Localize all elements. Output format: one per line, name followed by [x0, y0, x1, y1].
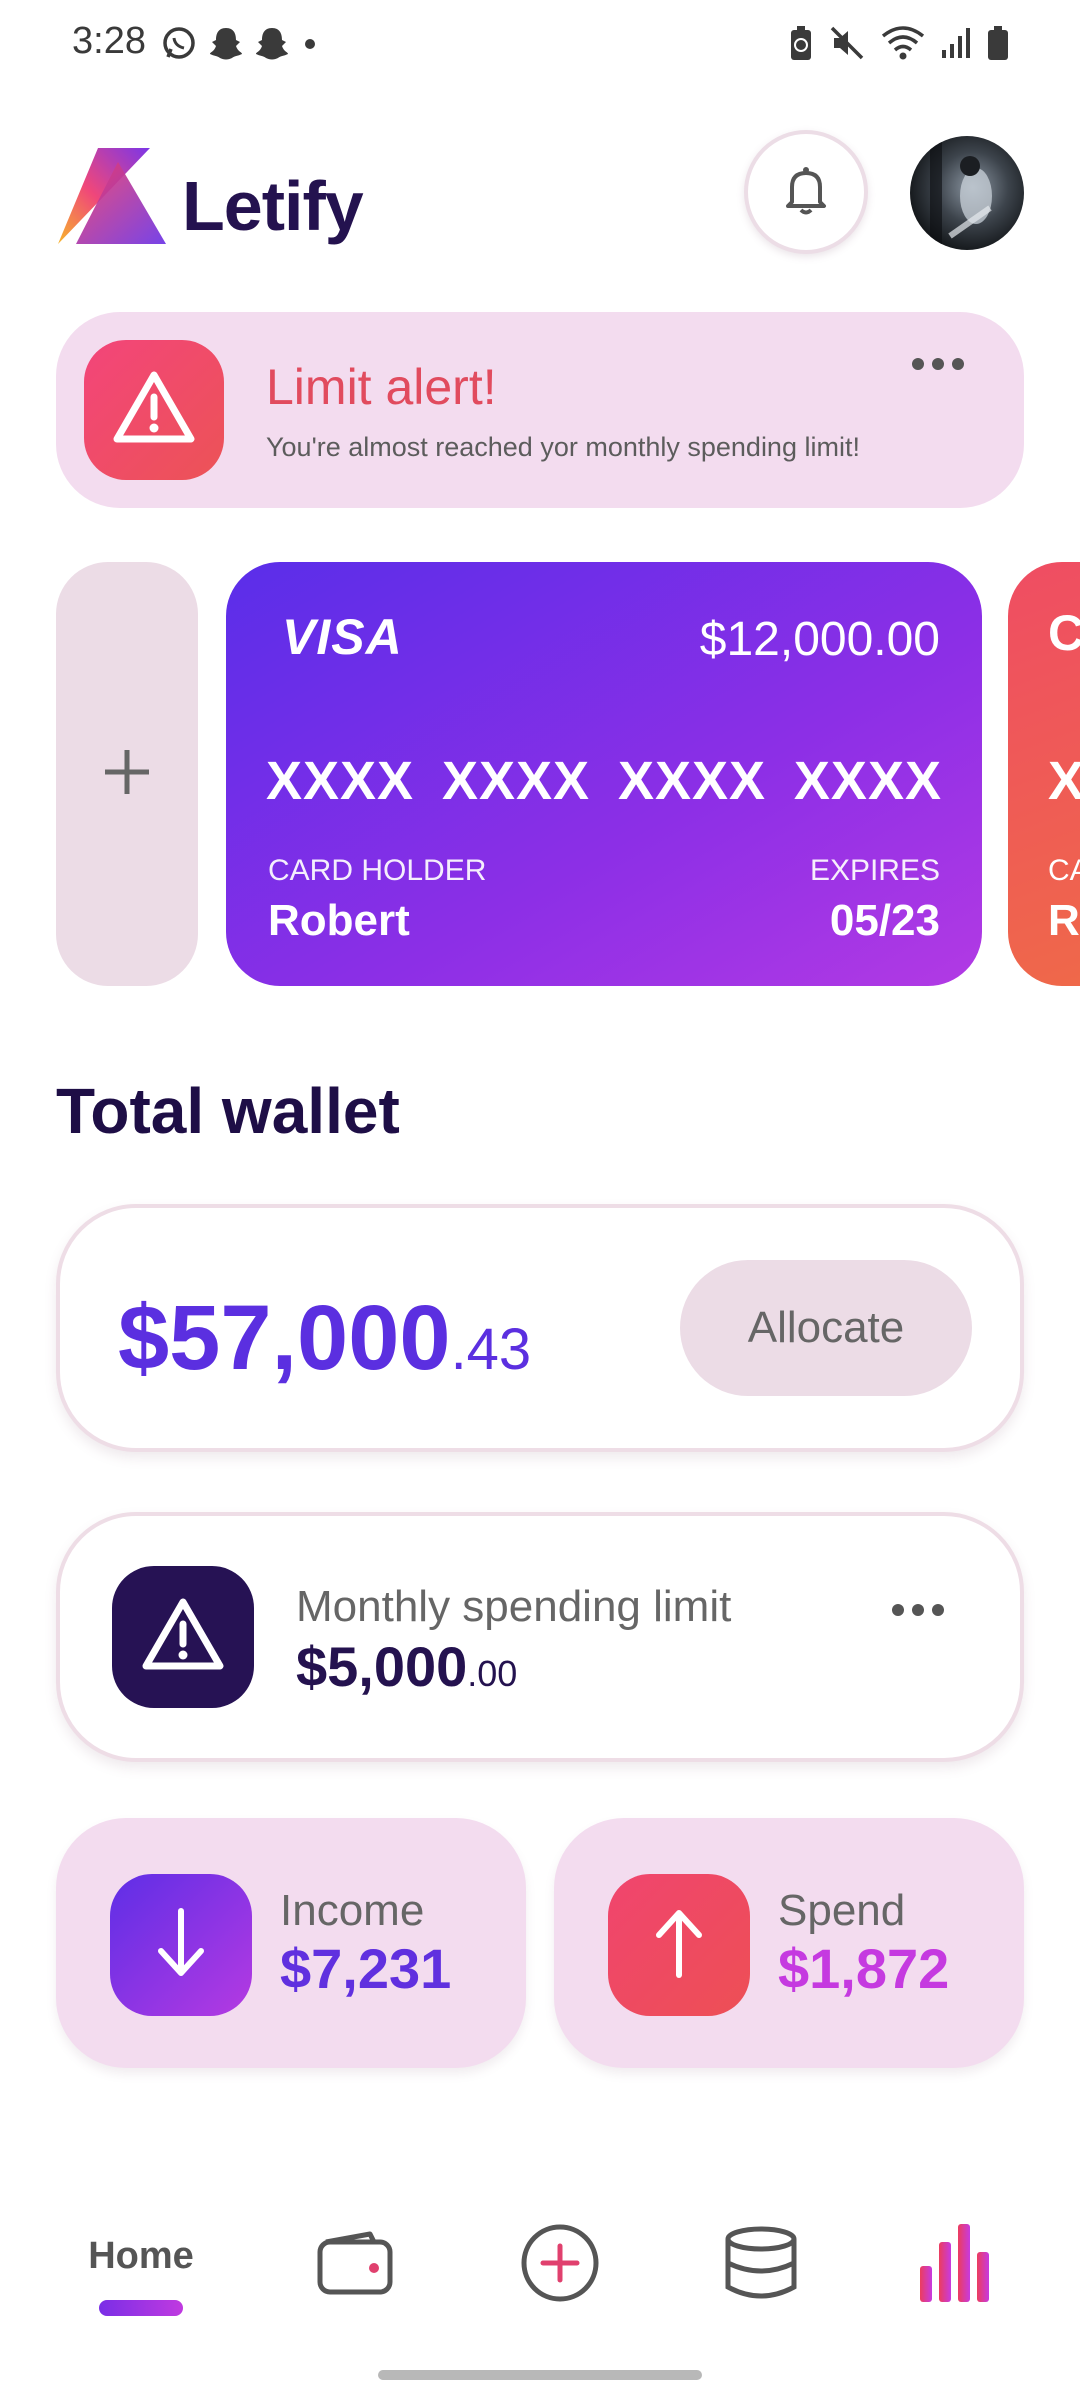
system-home-indicator[interactable] — [378, 2370, 702, 2380]
spend-value: $1,872 — [778, 1937, 950, 2000]
limit-label: Monthly spending limit — [296, 1582, 732, 1631]
income-icon-box — [110, 1874, 252, 2016]
cards-carousel[interactable]: VISA $12,000.00 XXXX XXXX XXXX XXXX CARD… — [0, 562, 1080, 986]
nav-database[interactable] — [706, 2200, 816, 2330]
card-number: XXXX XXXX XXXX XXXX — [266, 750, 942, 812]
wallet-icon — [316, 2230, 394, 2301]
limit-icon-box — [112, 1566, 254, 1708]
section-title-total-wallet: Total wallet — [56, 1075, 400, 1147]
add-circle-icon — [519, 2222, 601, 2309]
app-header: Letify — [0, 120, 1080, 280]
nav-chart[interactable] — [900, 2200, 1010, 2330]
plus-icon — [101, 746, 153, 803]
income-card[interactable]: Income $7,231 — [56, 1818, 526, 2068]
spend-label: Spend — [778, 1886, 906, 1935]
allocate-button[interactable]: Allocate — [680, 1260, 972, 1396]
more-icon[interactable] — [912, 358, 964, 370]
next-card-partial[interactable]: C X CA R — [1008, 562, 1080, 986]
bottom-nav: Home — [0, 2200, 1080, 2340]
warning-icon — [111, 369, 197, 452]
nav-home-label: Home — [88, 2234, 194, 2277]
status-time: 3:28 — [72, 20, 146, 62]
snapchat-icon — [208, 24, 244, 67]
add-card-button[interactable] — [56, 562, 198, 986]
brand-name: Letify — [182, 167, 364, 245]
card-holder-label: CARD HOLDER — [268, 854, 487, 887]
battery-icon — [986, 24, 1010, 67]
nav-add[interactable] — [505, 2200, 615, 2330]
limit-alert-banner[interactable]: Limit alert! You're almost reached yor m… — [56, 312, 1024, 508]
card-expires-value: 05/23 — [829, 896, 940, 945]
chart-icon — [918, 2222, 992, 2309]
wallet-amount-main: $57,000 — [118, 1287, 451, 1389]
bell-icon — [778, 162, 834, 223]
limit-amount-decimal: .00 — [467, 1653, 518, 1694]
limit-amount-main: $5,000 — [296, 1635, 468, 1698]
card-number-group: XXXX — [441, 751, 591, 811]
status-right-icons — [788, 24, 1010, 67]
arrow-down-icon — [151, 1907, 211, 1984]
monthly-limit-card[interactable]: Monthly spending limit $5,000.00 — [56, 1512, 1024, 1762]
letify-logo — [58, 148, 168, 244]
signal-icon — [940, 24, 972, 67]
mute-icon — [828, 24, 866, 67]
avatar[interactable] — [910, 136, 1024, 250]
total-wallet-card: $57,000.43 Allocate — [56, 1204, 1024, 1452]
warning-icon — [140, 1596, 226, 1679]
status-left-icons — [160, 24, 320, 67]
snapchat-icon — [254, 24, 290, 67]
visa-card[interactable]: VISA $12,000.00 XXXX XXXX XXXX XXXX CARD… — [226, 562, 982, 986]
nav-wallet[interactable] — [300, 2200, 410, 2330]
nav-active-indicator — [99, 2299, 183, 2316]
wifi-icon — [880, 24, 926, 67]
card-balance: $12,000.00 — [699, 613, 940, 666]
more-icon[interactable] — [892, 1604, 944, 1616]
alert-message: You're almost reached yor monthly spendi… — [266, 432, 860, 462]
spend-card[interactable]: Spend $1,872 — [554, 1818, 1024, 2068]
status-bar: 3:28 — [0, 0, 1080, 90]
card-expires-label: EXPIRES — [809, 854, 940, 887]
arrow-up-icon — [649, 1907, 709, 1984]
spend-icon-box — [608, 1874, 750, 2016]
whatsapp-icon — [160, 24, 198, 67]
wallet-amount: $57,000.43 — [118, 1286, 531, 1391]
card-number-group: XXXX — [793, 751, 942, 811]
visa-logo: VISA — [282, 609, 403, 665]
card-holder-name: Robert — [268, 896, 410, 945]
card-number-group: XXXX — [266, 751, 415, 811]
income-value: $7,231 — [280, 1937, 452, 2000]
wallet-amount-decimal: .43 — [450, 1317, 532, 1382]
card-number-group: XXXX — [617, 751, 767, 811]
limit-amount: $5,000.00 — [296, 1634, 517, 1699]
income-label: Income — [280, 1886, 425, 1935]
dot-icon — [300, 24, 320, 67]
alert-title: Limit alert! — [266, 359, 497, 415]
database-icon — [723, 2225, 799, 2306]
nav-home[interactable]: Home — [66, 2200, 216, 2330]
notifications-button[interactable] — [744, 130, 868, 254]
battery-saver-icon — [788, 24, 814, 67]
alert-icon-box — [84, 340, 224, 480]
